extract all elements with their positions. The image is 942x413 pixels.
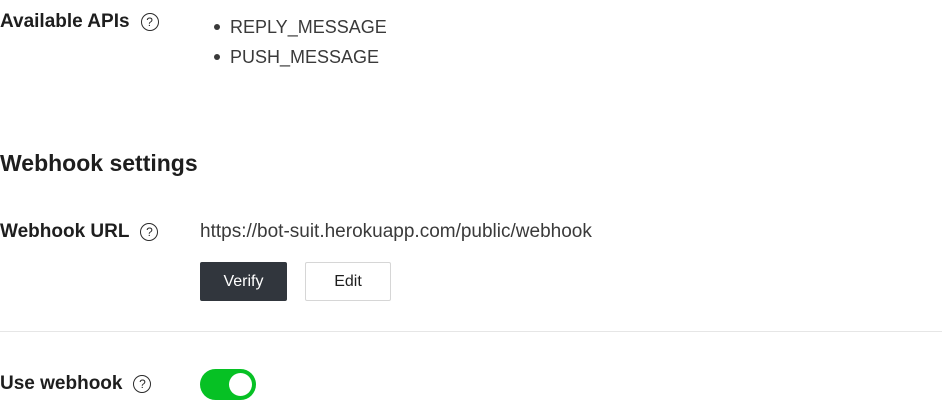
question-circle-icon[interactable]: ? [133,375,152,393]
webhook-settings-page: Available APIs ? REPLY_MESSAGE PUSH_MESS… [0,0,942,413]
section-title: Webhook settings [0,150,198,176]
list-item: REPLY_MESSAGE [214,12,387,42]
divider [0,331,942,332]
available-apis-label-row: Available APIs ? [0,11,159,33]
use-webhook-toggle[interactable] [200,369,256,400]
use-webhook-label-row: Use webhook ? [0,373,152,395]
bullet-icon [214,24,220,30]
available-apis-label: Available APIs [0,11,130,32]
webhook-url-label: Webhook URL [0,221,130,242]
list-item: PUSH_MESSAGE [214,42,387,72]
edit-button[interactable]: Edit [305,262,391,301]
question-circle-icon[interactable]: ? [140,223,159,241]
api-name: PUSH_MESSAGE [230,46,380,67]
available-apis-list: REPLY_MESSAGE PUSH_MESSAGE [214,12,387,72]
bullet-icon [214,54,220,60]
webhook-url-value: https://bot-suit.herokuapp.com/public/we… [200,221,592,242]
toggle-knob [229,373,252,396]
question-circle-icon[interactable]: ? [140,13,159,31]
webhook-url-label-row: Webhook URL ? [0,221,159,243]
api-name: REPLY_MESSAGE [230,16,387,37]
use-webhook-label: Use webhook [0,373,123,394]
verify-button[interactable]: Verify [200,262,287,301]
